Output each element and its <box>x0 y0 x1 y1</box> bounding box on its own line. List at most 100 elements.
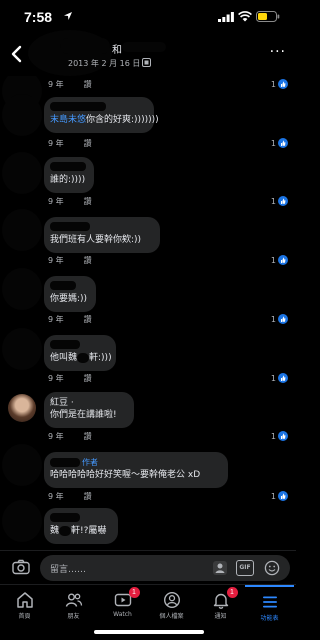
mention-link[interactable]: 末島未悠 <box>50 115 86 125</box>
comment-bubble[interactable]: 我們班有人要幹你欸:)) <box>44 217 160 253</box>
battery-icon <box>256 11 280 22</box>
emoji-icon[interactable] <box>264 560 280 576</box>
thumbs-up-icon <box>278 79 288 89</box>
comment-bubble[interactable]: 末島未悠你含的好爽:))))))) <box>44 97 159 133</box>
back-arrow-icon[interactable] <box>8 42 26 66</box>
tab-profile[interactable]: 個人檔案 <box>147 585 196 625</box>
author-name-redaction <box>60 38 110 54</box>
wifi-icon <box>238 11 252 22</box>
home-icon <box>16 592 33 608</box>
like-count: 1 <box>270 255 276 265</box>
comment-like-count[interactable]: 1 <box>271 255 288 265</box>
comment-like-link[interactable]: 讚 <box>84 139 92 148</box>
commenter-avatar[interactable] <box>2 328 42 370</box>
more-options-icon[interactable]: ··· <box>270 44 286 60</box>
comment-meta: 9 年 讚 <box>48 431 92 442</box>
author-name-redaction <box>122 42 166 52</box>
commenter-avatar[interactable] <box>2 500 42 542</box>
bell-icon: 1 <box>212 587 238 609</box>
comment-like-count[interactable]: 1 <box>271 196 288 206</box>
comment-text: 魏 <box>50 526 60 536</box>
tab-home[interactable]: 首頁 <box>0 585 49 625</box>
comment-composer: 留言…… GIF <box>0 550 296 584</box>
comment-like-count[interactable]: 1 <box>271 79 288 89</box>
comment-text: 誰的:)))) <box>50 175 86 185</box>
commenter-avatar[interactable] <box>2 268 42 310</box>
comment-age: 9 年 <box>48 432 64 441</box>
post-header: 和 2013 年 2 月 16 日 ··· <box>0 30 296 76</box>
text-redaction <box>77 352 90 363</box>
comment-meta: 9 年 讚 <box>48 314 92 325</box>
tab-friends[interactable]: 朋友 <box>49 585 98 625</box>
thumbs-up-icon <box>278 138 288 148</box>
comment-bubble[interactable]: 作者 哈哈哈哈哈好好笑喔～要幹俺老公 xD <box>44 452 228 488</box>
avatar-sticker-icon[interactable] <box>212 560 228 576</box>
notification-badge: 1 <box>128 587 140 598</box>
status-bar: 7:58 <box>0 0 296 34</box>
home-indicator[interactable] <box>94 630 204 634</box>
author-name[interactable]: 和 <box>112 41 122 56</box>
comment-like-count[interactable]: 1 <box>271 431 288 441</box>
comment-like-link[interactable]: 讚 <box>84 80 92 89</box>
comment-like-link[interactable]: 讚 <box>84 197 92 206</box>
comment-bubble[interactable]: 紅豆 · 你們是在講誰啦! <box>44 392 134 428</box>
comment-text: 軒:))) <box>89 353 112 363</box>
commenter-avatar[interactable] <box>2 209 42 251</box>
public-globe-icon <box>142 58 151 67</box>
comment-like-count[interactable]: 1 <box>271 138 288 148</box>
text-redaction <box>59 525 72 536</box>
comment-like-count[interactable]: 1 <box>271 373 288 383</box>
comment-bubble[interactable]: 你要媽:)) <box>44 276 96 312</box>
comment-meta: 9 年 讚 <box>48 373 92 384</box>
comment-like-link[interactable]: 讚 <box>84 432 92 441</box>
tab-menu[interactable]: 功能表 <box>245 585 294 625</box>
tab-label: 朋友 <box>67 613 80 620</box>
profile-icon <box>163 591 180 609</box>
camera-icon[interactable] <box>12 559 30 575</box>
commenter-name-redaction <box>50 513 80 522</box>
comment-input[interactable]: 留言…… GIF <box>40 555 290 581</box>
commenter-avatar[interactable] <box>8 394 36 422</box>
comment-meta: 9 年 讚 <box>48 196 92 207</box>
thumbs-up-icon <box>278 491 288 501</box>
tab-label: 個人檔案 <box>159 613 184 620</box>
tab-label: 通知 <box>214 613 227 620</box>
comment-like-link[interactable]: 讚 <box>84 374 92 383</box>
like-count: 1 <box>270 196 276 206</box>
watch-icon: 1 <box>114 587 140 609</box>
post-date: 2013 年 2 月 16 日 <box>68 59 141 68</box>
gif-button[interactable]: GIF <box>236 560 254 576</box>
commenter-name-redaction <box>50 162 86 171</box>
tab-notifications[interactable]: 1 通知 <box>196 585 245 625</box>
comment-list[interactable]: 9 年讚 1 末島未悠你含的好爽:))))))) 9 年讚 1 誰的:)))) … <box>0 76 296 548</box>
commenter-avatar[interactable] <box>2 152 42 194</box>
tab-label: 功能表 <box>260 615 279 622</box>
like-count: 1 <box>270 431 276 441</box>
comment-like-count[interactable]: 1 <box>271 314 288 324</box>
commenter-avatar[interactable] <box>2 444 42 486</box>
commenter-avatar[interactable] <box>2 94 42 136</box>
comment-age: 9 年 <box>48 80 64 89</box>
thumbs-up-icon <box>278 314 288 324</box>
location-arrow-icon <box>64 12 72 20</box>
comment-like-link[interactable]: 讚 <box>84 492 92 501</box>
like-count: 1 <box>270 314 276 324</box>
comment-like-link[interactable]: 讚 <box>84 315 92 324</box>
comment-like-count[interactable]: 1 <box>271 491 288 501</box>
comment-bubble[interactable]: 誰的:)))) <box>44 157 94 193</box>
comment-bubble[interactable]: 他叫魏 軒:))) <box>44 335 116 371</box>
like-count: 1 <box>270 491 276 501</box>
author-tag: 作者 <box>82 458 98 467</box>
comment-meta: 9 年 讚 <box>48 255 92 266</box>
like-count: 1 <box>270 79 276 89</box>
signal-icon <box>218 12 234 22</box>
thumbs-up-icon <box>278 373 288 383</box>
comment-meta: 9 年 讚 <box>48 491 92 502</box>
status-time: 7:58 <box>24 9 53 25</box>
commenter-name[interactable]: 紅豆 · <box>50 397 128 409</box>
tab-watch[interactable]: 1 Watch <box>98 585 147 625</box>
thumbs-up-icon <box>278 196 288 206</box>
like-count: 1 <box>270 138 276 148</box>
comment-bubble[interactable]: 魏 軒!?屬嚇 <box>44 508 118 544</box>
comment-like-link[interactable]: 讚 <box>84 256 92 265</box>
